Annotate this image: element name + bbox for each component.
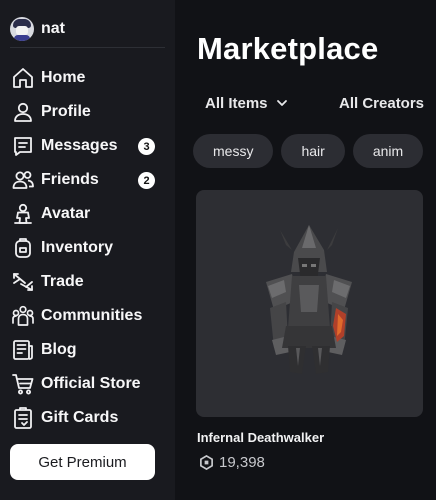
all-items-label: All Items xyxy=(205,94,268,112)
item-price: 19,398 xyxy=(199,454,265,471)
sidebar-item-label: Blog xyxy=(41,341,77,358)
home-icon xyxy=(10,65,36,91)
sidebar-item-official-store[interactable]: Official Store xyxy=(10,367,160,401)
sidebar-item-label: Friends xyxy=(41,171,99,188)
sidebar-item-gift-cards[interactable]: Gift Cards xyxy=(10,401,160,435)
sidebar-item-communities[interactable]: Communities xyxy=(10,299,160,333)
sidebar-item-home[interactable]: Home xyxy=(10,61,160,95)
sidebar-item-label: Official Store xyxy=(41,375,141,392)
item-thumbnail xyxy=(196,190,423,417)
chip-hair[interactable]: hair xyxy=(281,134,345,168)
friends-icon xyxy=(10,167,36,193)
sidebar-item-label: Trade xyxy=(41,273,84,290)
communities-icon xyxy=(10,303,36,329)
friends-count-badge: 2 xyxy=(138,172,155,189)
sidebar-item-messages[interactable]: Messages 3 xyxy=(10,129,160,163)
sidebar-item-trade[interactable]: Trade xyxy=(10,265,160,299)
all-creators-dropdown[interactable]: All Creators xyxy=(339,92,424,114)
sidebar: nat Home Profile Messages 3 Friends 2 Av… xyxy=(0,0,175,500)
main-content: Marketplace All Items All Creators messy… xyxy=(175,0,436,500)
trade-icon xyxy=(10,269,36,295)
sidebar-item-inventory[interactable]: Inventory xyxy=(10,231,160,265)
gift-card-icon xyxy=(10,405,36,431)
messages-icon xyxy=(10,133,36,159)
chip-anim[interactable]: anim xyxy=(352,134,424,168)
avatar-icon xyxy=(10,201,36,227)
profile-icon xyxy=(10,99,36,125)
get-premium-button[interactable]: Get Premium xyxy=(10,444,155,480)
sidebar-item-label: Messages xyxy=(41,137,118,154)
item-card[interactable]: Infernal Deathwalker 19,398 xyxy=(196,190,423,475)
sidebar-item-label: Gift Cards xyxy=(41,409,119,426)
user-name: nat xyxy=(41,20,65,37)
sidebar-item-profile[interactable]: Profile xyxy=(10,95,160,129)
inventory-icon xyxy=(10,235,36,261)
sidebar-item-blog[interactable]: Blog xyxy=(10,333,160,367)
user-profile-link[interactable]: nat xyxy=(10,16,65,42)
cart-icon xyxy=(10,371,36,397)
chip-messy[interactable]: messy xyxy=(193,134,274,168)
armor-figure-image xyxy=(266,225,352,374)
blog-icon xyxy=(10,337,36,363)
sidebar-item-label: Communities xyxy=(41,307,143,324)
sidebar-divider xyxy=(10,47,165,48)
sidebar-item-label: Inventory xyxy=(41,239,114,256)
sidebar-item-label: Home xyxy=(41,69,86,86)
sidebar-item-friends[interactable]: Friends 2 xyxy=(10,163,160,197)
search-suggestion-chips: messy hair anim xyxy=(193,134,424,168)
item-price-value: 19,398 xyxy=(219,454,265,471)
robux-icon xyxy=(200,455,213,470)
all-creators-label: All Creators xyxy=(339,94,425,112)
sidebar-item-label: Profile xyxy=(41,103,91,120)
sidebar-item-avatar[interactable]: Avatar xyxy=(10,197,160,231)
all-items-dropdown[interactable]: All Items xyxy=(205,92,288,114)
page-title: Marketplace xyxy=(197,31,379,66)
chevron-down-icon xyxy=(276,100,287,106)
avatar xyxy=(10,17,34,41)
sidebar-item-label: Avatar xyxy=(41,205,91,222)
messages-count-badge: 3 xyxy=(138,138,155,155)
item-name: Infernal Deathwalker xyxy=(197,430,325,445)
sidebar-nav: Home Profile Messages 3 Friends 2 Avatar… xyxy=(10,61,160,435)
